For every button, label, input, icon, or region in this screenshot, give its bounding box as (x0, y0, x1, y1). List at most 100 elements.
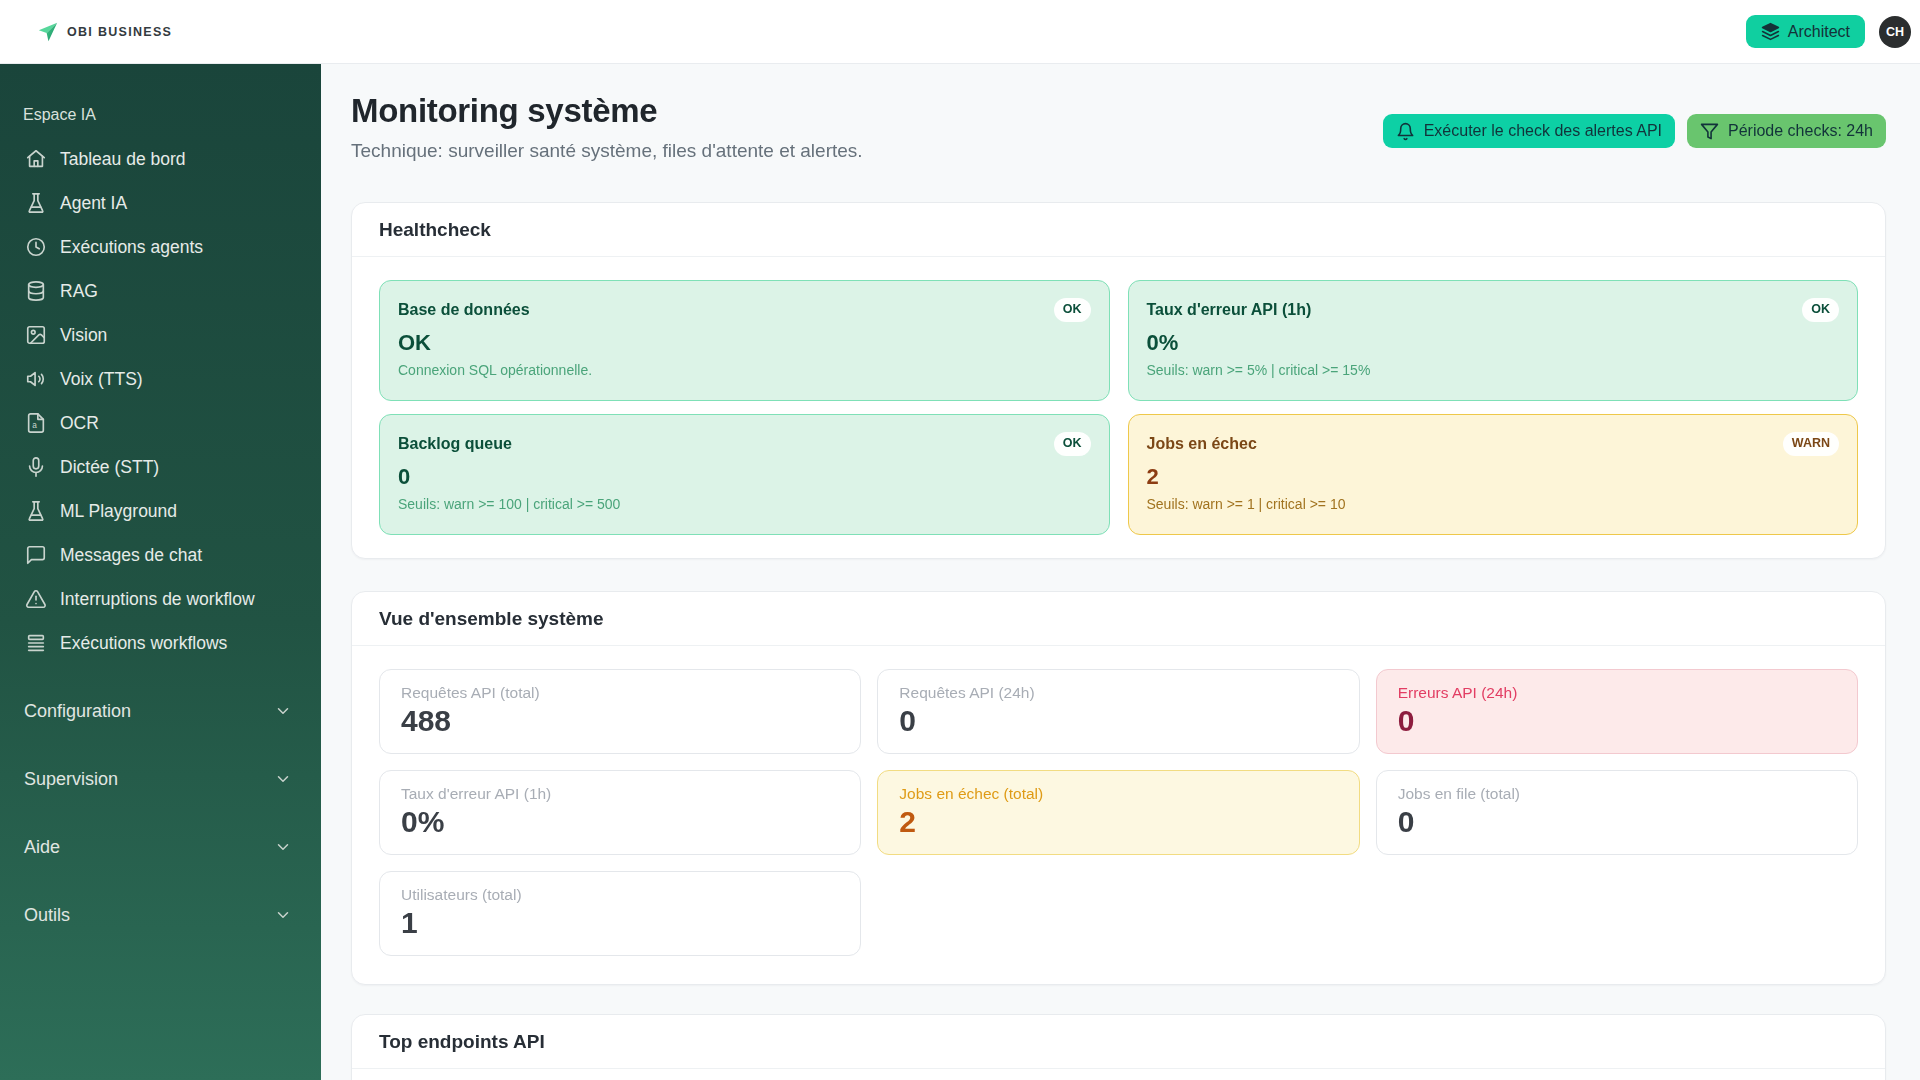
sidebar-group-label: Supervision (24, 769, 118, 790)
metric-value: 0% (401, 805, 840, 839)
status-sub: Seuils: warn >= 5% | critical >= 15% (1147, 362, 1840, 378)
page-subtitle: Technique: surveiller santé système, fil… (351, 140, 863, 161)
status-badge: OK (1802, 298, 1839, 322)
sidebar-item-label: OCR (60, 413, 99, 434)
metric-jobs-en-file-total: Jobs en file (total) 0 (1376, 770, 1858, 855)
metric-value: 1 (401, 906, 840, 940)
sidebar-item-rag[interactable]: RAG (0, 269, 321, 313)
overview-card: Vue d'ensemble système Requêtes API (tot… (351, 591, 1886, 985)
metric-label: Jobs en file (total) (1398, 785, 1837, 803)
sidebar-item-voix-tts[interactable]: Voix (TTS) (0, 357, 321, 401)
metric-label: Utilisateurs (total) (401, 886, 840, 904)
sidebar-group-outils[interactable]: Outils (0, 893, 321, 937)
sidebar-item-messages-de-chat[interactable]: Messages de chat (0, 533, 321, 577)
chevron-down-icon (274, 770, 292, 788)
run-alert-check-button[interactable]: Exécuter le check des alertes API (1383, 114, 1675, 148)
image-icon (25, 324, 47, 346)
status-value: 0 (398, 464, 1091, 490)
avatar[interactable]: CH (1879, 16, 1911, 48)
sidebar-item-executions-workflows[interactable]: Exécutions workflows (0, 621, 321, 665)
status-badge: WARN (1783, 432, 1839, 456)
status-badge: OK (1054, 432, 1091, 456)
metric-taux-erreur-api-1h: Taux d'erreur API (1h) 0% (379, 770, 861, 855)
clock-icon (25, 236, 47, 258)
chevron-down-icon (274, 702, 292, 720)
healthcheck-card: Healthcheck Base de données OK OK Connex… (351, 202, 1886, 559)
run-alert-check-label: Exécuter le check des alertes API (1424, 122, 1662, 140)
sidebar-item-dictee-stt[interactable]: Dictée (STT) (0, 445, 321, 489)
sidebar-item-label: Messages de chat (60, 545, 202, 566)
sidebar-item-label: Tableau de bord (60, 149, 186, 170)
document-a-icon: a (25, 412, 47, 434)
endpoints-card: Top endpoints API (351, 1014, 1886, 1080)
metric-erreurs-api-24h: Erreurs API (24h) 0 (1376, 669, 1858, 754)
sidebar-item-ocr[interactable]: a OCR (0, 401, 321, 445)
metric-label: Requêtes API (24h) (899, 684, 1338, 702)
chat-icon (25, 544, 47, 566)
sidebar-item-label: ML Playground (60, 501, 177, 522)
architect-button[interactable]: Architect (1746, 15, 1865, 48)
status-sub: Seuils: warn >= 100 | critical >= 500 (398, 496, 1091, 512)
metric-requetes-api-total: Requêtes API (total) 488 (379, 669, 861, 754)
sidebar-item-vision[interactable]: Vision (0, 313, 321, 357)
sidebar-item-label: Voix (TTS) (60, 369, 143, 390)
metric-jobs-en-echec-total: Jobs en échec (total) 2 (877, 770, 1359, 855)
brand-name: OBI BUSINESS (67, 25, 172, 39)
page-title: Monitoring système (351, 90, 863, 132)
sidebar-group-label: Configuration (24, 701, 131, 722)
sidebar-group-configuration[interactable]: Configuration (0, 689, 321, 733)
sidebar-group-aide[interactable]: Aide (0, 825, 321, 869)
sidebar-item-label: Agent IA (60, 193, 127, 214)
sidebar-item-label: Dictée (STT) (60, 457, 159, 478)
main-content: Monitoring système Technique: surveiller… (321, 64, 1920, 1080)
sidebar-group-label: Aide (24, 837, 60, 858)
sidebar: Espace IA Tableau de bord Agent IA Exécu… (0, 64, 321, 1080)
status-value: OK (398, 330, 1091, 356)
sidebar-item-tableau-de-bord[interactable]: Tableau de bord (0, 137, 321, 181)
overview-title: Vue d'ensemble système (352, 592, 1885, 646)
metric-label: Erreurs API (24h) (1398, 684, 1837, 702)
microphone-icon (25, 456, 47, 478)
sidebar-item-agent-ia[interactable]: Agent IA (0, 181, 321, 225)
sidebar-item-interruptions-workflow[interactable]: Interruptions de workflow (0, 577, 321, 621)
metric-label: Taux d'erreur API (1h) (401, 785, 840, 803)
brand: OBI BUSINESS (37, 21, 172, 43)
metric-value: 0 (1398, 704, 1837, 738)
status-label: Taux d'erreur API (1h) (1147, 301, 1312, 319)
status-badge: OK (1054, 298, 1091, 322)
status-card-taux-erreur-api: Taux d'erreur API (1h) OK 0% Seuils: war… (1128, 280, 1859, 401)
status-label: Base de données (398, 301, 530, 319)
sidebar-item-executions-agents[interactable]: Exécutions agents (0, 225, 321, 269)
flask-icon (25, 500, 47, 522)
sidebar-section-label: Espace IA (0, 64, 321, 137)
sidebar-item-label: RAG (60, 281, 98, 302)
metric-value: 2 (899, 805, 1338, 839)
flask-icon (25, 192, 47, 214)
metric-utilisateurs-total: Utilisateurs (total) 1 (379, 871, 861, 956)
metric-value: 488 (401, 704, 840, 738)
status-label: Jobs en échec (1147, 435, 1257, 453)
sidebar-item-label: Exécutions agents (60, 237, 203, 258)
endpoints-title: Top endpoints API (352, 1015, 1885, 1069)
metric-requetes-api-24h: Requêtes API (24h) 0 (877, 669, 1359, 754)
sidebar-item-ml-playground[interactable]: ML Playground (0, 489, 321, 533)
sidebar-item-label: Exécutions workflows (60, 633, 227, 654)
warning-triangle-icon (25, 588, 47, 610)
status-value: 2 (1147, 464, 1840, 490)
sidebar-item-label: Vision (60, 325, 107, 346)
bell-icon (1396, 122, 1415, 141)
svg-text:a: a (32, 421, 37, 430)
status-card-base-de-donnees: Base de données OK OK Connexion SQL opér… (379, 280, 1110, 401)
metric-value: 0 (899, 704, 1338, 738)
sidebar-group-supervision[interactable]: Supervision (0, 757, 321, 801)
brand-logo-icon (37, 21, 59, 43)
database-icon (25, 280, 47, 302)
metric-label: Requêtes API (total) (401, 684, 840, 702)
chevron-down-icon (274, 906, 292, 924)
metric-label: Jobs en échec (total) (899, 785, 1338, 803)
status-card-backlog-queue: Backlog queue OK 0 Seuils: warn >= 100 |… (379, 414, 1110, 535)
topbar: OBI BUSINESS Architect CH (0, 0, 1920, 64)
sidebar-group-label: Outils (24, 905, 70, 926)
period-checks-button[interactable]: Période checks: 24h (1687, 114, 1886, 148)
home-icon (25, 148, 47, 170)
